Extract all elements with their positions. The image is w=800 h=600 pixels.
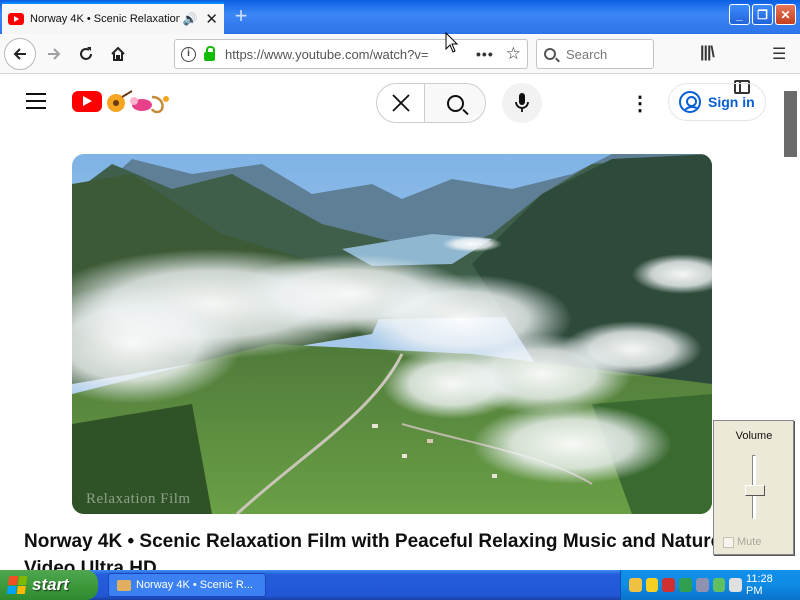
taskbar-window-button[interactable]: Norway 4K • Scenic R... (108, 573, 266, 597)
home-icon (111, 46, 125, 61)
tray-network-icon[interactable] (629, 578, 642, 592)
system-tray: 11:28 PM (620, 570, 800, 600)
window-close-button[interactable]: ✕ (775, 4, 796, 25)
tab-title: Norway 4K • Scenic Relaxation (30, 13, 181, 25)
window-controls: _ ❐ ✕ (729, 4, 796, 25)
tray-app-icon[interactable] (695, 578, 709, 592)
hamburger-menu-icon[interactable]: ☰ (772, 44, 786, 64)
tray-update-icon[interactable] (679, 578, 692, 592)
voice-search-button[interactable] (502, 83, 542, 123)
clock[interactable]: 11:28 PM (746, 573, 788, 597)
sign-in-label: Sign in (708, 94, 755, 110)
youtube-header: ⋮ Sign in (0, 75, 780, 131)
bookmark-star-icon[interactable]: ☆ (506, 44, 521, 64)
browser-tab[interactable]: Norway 4K • Scenic Relaxation 🔊 ✕ (2, 2, 224, 34)
tray-shield-icon[interactable] (645, 578, 659, 592)
search-icon (446, 94, 464, 112)
volume-title: Volume (735, 430, 773, 442)
home-button[interactable] (102, 38, 134, 70)
site-info-icon[interactable]: i (181, 46, 196, 62)
firefox-window-icon (117, 579, 131, 591)
library-icon[interactable]: |||\ (700, 44, 715, 62)
microphone-icon (515, 93, 529, 112)
navigation-toolbar: i https://www.youtube.com/watch?v= ••• ☆… (0, 34, 800, 94)
reload-button[interactable] (70, 38, 102, 70)
tray-security-icon[interactable] (662, 578, 676, 592)
browser-search-input[interactable] (566, 46, 646, 62)
youtube-logo-icon[interactable] (72, 91, 102, 112)
sign-in-button[interactable]: Sign in (668, 83, 766, 121)
volume-control-popup: Volume Mute (713, 420, 794, 555)
lock-icon (204, 45, 215, 61)
search-icon (544, 48, 556, 60)
tab-close-icon[interactable]: ✕ (205, 10, 218, 28)
tray-volume-icon[interactable] (729, 578, 743, 592)
arrow-left-icon (13, 48, 26, 60)
mute-label: Mute (737, 536, 762, 548)
close-icon (391, 94, 410, 112)
tray-sync-icon[interactable] (712, 578, 726, 592)
minimize-button[interactable]: _ (729, 4, 750, 25)
settings-more-button[interactable]: ⋮ (628, 91, 652, 115)
browser-search-box[interactable] (536, 39, 654, 69)
address-bar[interactable]: i https://www.youtube.com/watch?v= ••• ☆ (174, 39, 528, 69)
video-frame-image (72, 154, 712, 514)
scrollbar-thumb[interactable] (784, 91, 797, 157)
reload-icon (80, 47, 92, 60)
volume-slider-thumb[interactable] (745, 485, 765, 496)
windows-logo-icon (6, 576, 28, 594)
search-button[interactable] (425, 84, 485, 122)
start-label: start (32, 575, 69, 594)
youtube-favicon-icon (8, 13, 24, 25)
mute-checkbox-box[interactable] (723, 536, 734, 548)
new-tab-button[interactable]: + (226, 0, 256, 34)
account-icon (679, 91, 701, 113)
video-player[interactable]: Relaxation Film (72, 154, 712, 514)
back-button[interactable] (4, 38, 36, 70)
taskbar-window-label: Norway 4K • Scenic R... (136, 579, 253, 591)
restore-button[interactable]: ❐ (752, 4, 773, 25)
mute-checkbox[interactable]: Mute (723, 536, 761, 548)
tab-strip: Norway 4K • Scenic Relaxation 🔊 ✕ + _ ❐ … (0, 0, 800, 34)
speaker-icon[interactable]: 🔊 (182, 12, 197, 26)
youtube-search-box[interactable] (376, 83, 486, 123)
youtube-doodle-icon[interactable] (104, 89, 174, 115)
url-text[interactable]: https://www.youtube.com/watch?v= (225, 47, 446, 62)
page-actions-icon[interactable]: ••• (476, 46, 494, 62)
guide-menu-button[interactable] (26, 93, 46, 109)
mouse-cursor-icon (445, 32, 459, 53)
video-watermark: Relaxation Film (86, 491, 191, 507)
forward-button[interactable] (38, 38, 70, 70)
arrow-right-icon (48, 48, 61, 60)
taskbar: start Norway 4K • Scenic R... 11:28 PM (0, 570, 800, 600)
start-button[interactable]: start (0, 570, 98, 600)
clear-search-button[interactable] (377, 84, 425, 122)
